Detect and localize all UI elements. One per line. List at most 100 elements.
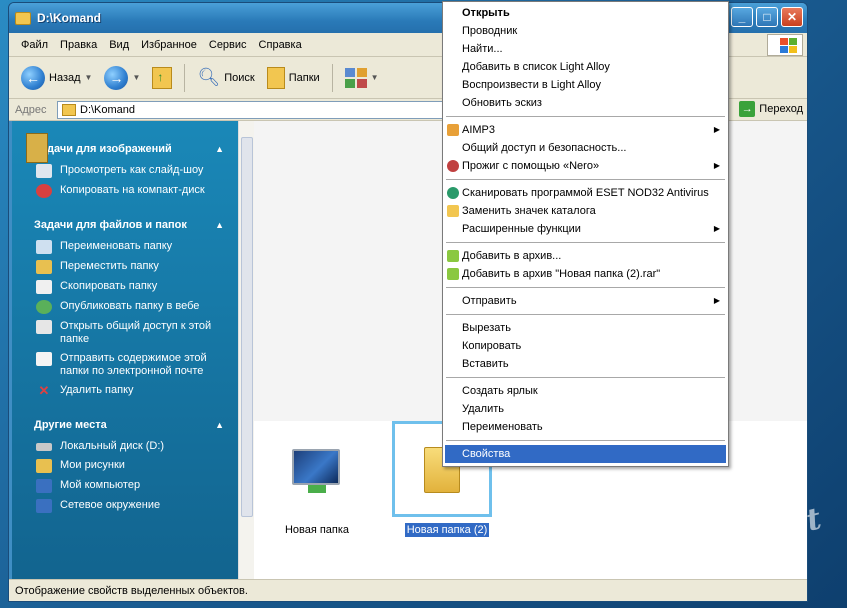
menu-item-label: Проводник	[462, 25, 518, 37]
toolbar-separator	[331, 63, 333, 92]
go-button[interactable]: → Переход	[739, 101, 803, 117]
search-button[interactable]: 🔍︎ Поиск	[193, 65, 258, 90]
chevron-down-icon[interactable]: ▼	[132, 73, 140, 82]
menu-item-eset-scan[interactable]: Сканировать программой ESET NOD32 Antivi…	[445, 184, 726, 202]
task-pane-scrollbar[interactable]	[238, 121, 254, 579]
task-pane: Задачи для изображений ▲ Просмотреть как…	[12, 121, 238, 579]
menu-favorites[interactable]: Избранное	[135, 39, 203, 51]
menu-item-add-archive[interactable]: Добавить в архив...	[445, 247, 726, 265]
maximize-button[interactable]: □	[756, 7, 778, 27]
minimize-button[interactable]: _	[731, 7, 753, 27]
task-label: Копировать на компакт-диск	[60, 184, 205, 196]
context-menu: Открыть Проводник Найти... Добавить в сп…	[442, 1, 729, 467]
back-button[interactable]: ← Назад ▼	[17, 64, 96, 92]
menu-separator	[446, 116, 725, 117]
slideshow-link[interactable]: Просмотреть как слайд-шоу	[12, 161, 238, 181]
menu-item-send-to[interactable]: Отправить ▶	[445, 292, 726, 310]
menu-item-find[interactable]: Найти...	[445, 40, 726, 58]
folder-item-1-icon[interactable]	[292, 449, 342, 497]
menu-edit[interactable]: Правка	[54, 39, 103, 51]
place-label: Мой компьютер	[60, 479, 141, 491]
status-bar: Отображение свойств выделенных объектов.	[9, 579, 807, 601]
menu-item-rename[interactable]: Переименовать	[445, 418, 726, 436]
email-folder-link[interactable]: Отправить содержимое этой папки по элект…	[12, 349, 238, 381]
menu-help[interactable]: Справка	[253, 39, 308, 51]
monitor-stand	[308, 485, 326, 493]
move-folder-link[interactable]: Переместить папку	[12, 257, 238, 277]
up-folder-button[interactable]: ↑	[148, 65, 176, 91]
menu-item-sharing[interactable]: Общий доступ и безопасность...	[445, 139, 726, 157]
menu-item-refresh-thumbnail[interactable]: Обновить эскиз	[445, 94, 726, 112]
menu-item-label: Расширенные функции	[462, 223, 581, 235]
pictures-folder-icon	[36, 459, 52, 473]
menu-item-add-light-alloy[interactable]: Добавить в список Light Alloy	[445, 58, 726, 76]
other-places-header[interactable]: Другие места ▲	[12, 409, 238, 437]
go-arrow-icon: →	[739, 101, 756, 117]
folder-item-2[interactable]: Новая папка (2)	[392, 523, 502, 537]
forward-button[interactable]: → ▼	[100, 64, 144, 92]
chevron-up-icon[interactable]: ▲	[215, 220, 224, 230]
menu-item-play-light-alloy[interactable]: Воспроизвести в Light Alloy	[445, 76, 726, 94]
group-title: Задачи для изображений	[34, 143, 172, 155]
menu-item-open[interactable]: Открыть	[445, 4, 726, 22]
close-button[interactable]: ✕	[781, 7, 803, 27]
menu-item-label: Создать ярлык	[462, 385, 538, 397]
search-icon: 🔍︎	[197, 67, 221, 87]
menu-item-nero[interactable]: Прожиг с помощью «Nero» ▶	[445, 157, 726, 175]
chevron-up-icon[interactable]: ▲	[215, 420, 224, 430]
menu-item-delete[interactable]: Удалить	[445, 400, 726, 418]
share-folder-link[interactable]: Открыть общий доступ к этой папке	[12, 317, 238, 349]
rename-icon	[36, 240, 52, 254]
menu-separator	[446, 314, 725, 315]
menu-item-explorer[interactable]: Проводник	[445, 22, 726, 40]
windows-logo-icon	[767, 34, 803, 56]
local-disk-link[interactable]: Локальный диск (D:)	[12, 437, 238, 456]
task-label: Удалить папку	[60, 384, 134, 396]
folder-item-1[interactable]: Новая папка	[277, 523, 357, 537]
menu-item-aimp3[interactable]: AIMP3 ▶	[445, 121, 726, 139]
chevron-up-icon[interactable]: ▲	[215, 144, 224, 154]
rename-folder-link[interactable]: Переименовать папку	[12, 237, 238, 257]
submenu-arrow-icon: ▶	[713, 224, 720, 233]
address-field[interactable]: D:\Komand	[57, 101, 443, 119]
menu-view[interactable]: Вид	[103, 39, 135, 51]
group-title: Задачи для файлов и папок	[34, 219, 187, 231]
place-label: Мои рисунки	[60, 459, 125, 471]
menu-file[interactable]: Файл	[15, 39, 54, 51]
menu-item-change-folder-icon[interactable]: Заменить значек каталога	[445, 202, 726, 220]
menu-item-properties[interactable]: Свойства	[445, 445, 726, 463]
task-label: Переместить папку	[60, 260, 159, 272]
copy-folder-link[interactable]: Скопировать папку	[12, 277, 238, 297]
my-computer-link[interactable]: Мой компьютер	[12, 476, 238, 496]
chevron-down-icon[interactable]: ▼	[85, 73, 93, 82]
place-label: Локальный диск (D:)	[60, 440, 165, 452]
menu-item-label: Отправить	[462, 295, 517, 307]
delete-folder-link[interactable]: ✕ Удалить папку	[12, 381, 238, 401]
menu-tools[interactable]: Сервис	[203, 39, 253, 51]
drive-icon	[36, 443, 52, 451]
eset-icon	[447, 187, 459, 199]
menu-item-create-shortcut[interactable]: Создать ярлык	[445, 382, 726, 400]
folders-icon	[266, 66, 285, 89]
delete-x-icon: ✕	[38, 383, 50, 398]
task-label: Открыть общий доступ к этой папке	[60, 320, 212, 345]
menu-item-add-archive-rar[interactable]: Добавить в архив "Новая папка (2).rar"	[445, 265, 726, 283]
menu-item-label: AIMP3	[462, 124, 496, 136]
scrollbar-thumb[interactable]	[241, 137, 253, 517]
views-button[interactable]: ▼	[341, 66, 383, 90]
folders-button[interactable]: Папки	[263, 65, 324, 91]
window-title: D:\Komand	[37, 11, 101, 25]
my-pictures-link[interactable]: Мои рисунки	[12, 456, 238, 476]
file-tasks-header[interactable]: Задачи для файлов и папок ▲	[12, 209, 238, 237]
menu-item-label: Заменить значек каталога	[462, 205, 596, 217]
submenu-arrow-icon: ▶	[713, 296, 720, 305]
menu-item-cut[interactable]: Вырезать	[445, 319, 726, 337]
menu-item-label: Добавить в список Light Alloy	[462, 61, 610, 73]
menu-item-advanced[interactable]: Расширенные функции ▶	[445, 220, 726, 238]
menu-separator	[446, 179, 725, 180]
copy-to-cd-link[interactable]: Копировать на компакт-диск	[12, 181, 238, 201]
network-link[interactable]: Сетевое окружение	[12, 496, 238, 516]
publish-web-link[interactable]: Опубликовать папку в вебе	[12, 297, 238, 317]
menu-item-paste[interactable]: Вставить	[445, 355, 726, 373]
menu-item-copy[interactable]: Копировать	[445, 337, 726, 355]
